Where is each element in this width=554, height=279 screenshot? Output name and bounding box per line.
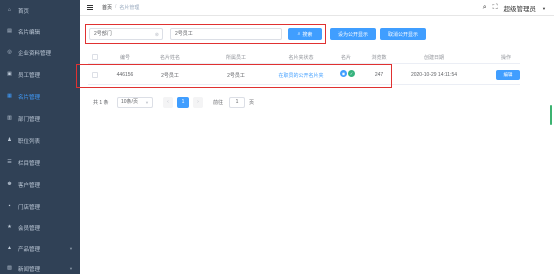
fullscreen-icon[interactable]: ⛶ (493, 4, 498, 12)
card-icon: ▦ (7, 93, 12, 99)
staff-value: 2号员工 (175, 31, 193, 37)
department-icon: ▥ (7, 115, 12, 121)
pager-total: 共 1 条 (93, 100, 109, 106)
sidebar-item-label: 职位列表 (18, 138, 41, 145)
header-staff: 所属员工 (225, 55, 246, 61)
sidebar-item-label: 新闻管理 (18, 266, 41, 273)
user-name[interactable]: 超级管理员 (504, 3, 537, 13)
sidebar-item-label: 名片编辑 (18, 29, 41, 36)
topbar-right: ⌕ ⛶ 超级管理员 ▼ (483, 3, 546, 13)
sidebar-item-member[interactable]: ★ 会员管理 (0, 217, 80, 238)
header-views: 浏览数 (371, 55, 387, 61)
department-select[interactable]: 2号部门 ⊗ (89, 28, 163, 40)
prev-page-button[interactable]: ‹ (163, 97, 173, 108)
header-action: 操作 (500, 55, 511, 61)
chevron-down-icon: ▼ (145, 100, 149, 105)
sidebar-item-label: 企业资料管理 (18, 50, 52, 57)
customer-icon: ♚ (7, 181, 12, 187)
news-icon: ▧ (7, 265, 12, 271)
sidebar-item-label: 员工管理 (18, 72, 41, 79)
breadcrumb-separator: / (115, 4, 117, 10)
search-button[interactable]: ⌕ 搜索 (288, 28, 322, 40)
member-icon: ★ (7, 224, 12, 230)
page-unit-label: 页 (249, 100, 255, 106)
sidebar-item-column[interactable]: ☰ 栏目管理 (0, 152, 80, 173)
sidebar-item-enterprise[interactable]: ◎ 企业资料管理 (0, 42, 80, 63)
product-icon: ▲ (7, 245, 12, 251)
next-page-button[interactable]: › (193, 97, 203, 108)
set-public-button[interactable]: 设为公开显示 (330, 28, 376, 40)
edit-card-icon: ▤ (7, 28, 12, 34)
sidebar-item-label: 部门管理 (18, 116, 41, 123)
column-icon: ☰ (7, 159, 12, 165)
header-card: 名片 (340, 55, 351, 61)
header-status: 名片夹状态 (288, 55, 314, 61)
sidebar-item-label: 首页 (18, 8, 30, 15)
sidebar: ⌂ 首页 ▤ 名片编辑 ◎ 企业资料管理 ▣ 员工管理 ▦ 名片管理 ▥ 部门管理 ♟ 职位列… (0, 0, 80, 274)
breadcrumb: 首页 / 名片管理 (102, 4, 139, 11)
clear-icon[interactable]: ⊗ (155, 30, 159, 40)
department-value: 2号部门 (94, 31, 112, 37)
scrollbar[interactable] (550, 105, 552, 125)
sidebar-item-card-manage[interactable]: ▦ 名片管理 (0, 86, 80, 107)
chevron-down-icon: ▼ (69, 266, 73, 271)
staff-input[interactable]: 2号员工 (170, 28, 282, 40)
edit-button[interactable]: 编辑 (496, 70, 520, 80)
sidebar-item-position[interactable]: ♟ 职位列表 (0, 130, 80, 151)
cancel-public-label: 取消公开显示 (387, 31, 418, 38)
sidebar-item-news[interactable]: ▧ 新闻管理 ▼ (0, 258, 80, 279)
search-icon[interactable]: ⌕ (483, 4, 487, 12)
header-card-name: 名片姓名 (159, 55, 180, 61)
sidebar-item-home[interactable]: ⌂ 首页 (0, 0, 80, 21)
sidebar-item-customer[interactable]: ♚ 客户管理 (0, 174, 80, 195)
cancel-public-button[interactable]: 取消公开显示 (380, 28, 426, 40)
breadcrumb-home[interactable]: 首页 (102, 4, 112, 11)
goto-label: 前往 (213, 100, 224, 106)
enterprise-icon: ◎ (7, 49, 12, 55)
sidebar-item-staff[interactable]: ▣ 员工管理 (0, 64, 80, 85)
search-icon: ⌕ (297, 31, 301, 37)
highlight-box-row (76, 64, 392, 88)
cell-created: 2020-10-29 14:11:54 (410, 72, 458, 78)
sidebar-item-card-edit[interactable]: ▤ 名片编辑 (0, 21, 80, 42)
sidebar-item-label: 会员管理 (18, 225, 41, 232)
topbar: 首页 / 名片管理 ⌕ ⛶ 超级管理员 ▼ (80, 0, 554, 16)
staff-icon: ▣ (7, 71, 12, 77)
hamburger-icon[interactable] (87, 5, 93, 10)
goto-page-input[interactable]: 1 (229, 97, 245, 108)
header-created: 创建日期 (423, 55, 444, 61)
sidebar-item-product[interactable]: ▲ 产品管理 ▼ (0, 238, 80, 259)
position-icon: ♟ (7, 137, 12, 143)
search-button-label: 搜索 (302, 31, 313, 38)
sidebar-item-label: 名片管理 (18, 94, 41, 101)
set-public-label: 设为公开显示 (337, 31, 368, 38)
sidebar-item-label: 产品管理 (18, 246, 41, 253)
sidebar-item-label: 栏目管理 (18, 160, 41, 167)
sidebar-item-label: 客户管理 (18, 182, 41, 189)
chevron-down-icon: ▼ (69, 246, 73, 251)
header-id: 编号 (119, 55, 130, 61)
table-header: 编号 名片姓名 所属员工 名片夹状态 名片 浏览数 创建日期 操作 (88, 50, 520, 64)
sidebar-item-department[interactable]: ▥ 部门管理 (0, 108, 80, 129)
select-all-checkbox[interactable] (92, 54, 98, 60)
breadcrumb-current: 名片管理 (119, 5, 140, 11)
page-size-select[interactable]: 10条/页 ▼ (117, 97, 153, 108)
page-size-value: 10条/页 (121, 99, 138, 105)
chevron-down-icon[interactable]: ▼ (542, 6, 546, 11)
home-icon: ⌂ (7, 7, 12, 13)
sidebar-item-store[interactable]: ▪ 门店管理 (0, 196, 80, 217)
store-icon: ▪ (8, 203, 11, 209)
page-number-button[interactable]: 1 (177, 97, 189, 108)
sidebar-item-label: 门店管理 (18, 204, 41, 211)
